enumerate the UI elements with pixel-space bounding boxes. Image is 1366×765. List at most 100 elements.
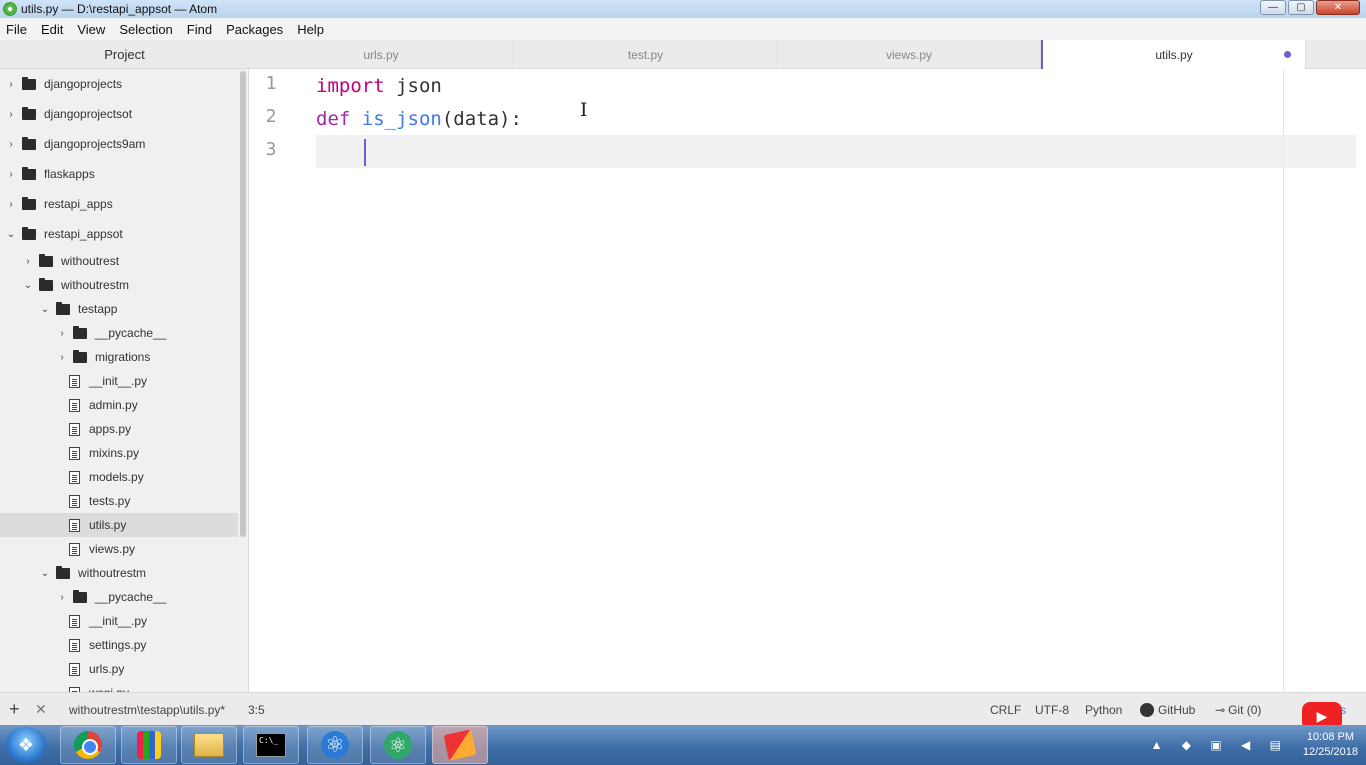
tree-folder[interactable]: › restapi_apps	[0, 192, 238, 216]
git-button[interactable]: ⊸ Git (0)	[1215, 693, 1261, 726]
folder-icon	[56, 565, 70, 579]
folder-icon	[39, 253, 53, 267]
taskbar-explorer[interactable]	[181, 726, 237, 764]
tree-file[interactable]: utils.py	[0, 513, 238, 537]
start-button[interactable]: ❖	[6, 727, 46, 763]
tree-folder[interactable]: › djangoprojects	[0, 72, 238, 96]
tree-folder[interactable]: ⌄ withoutrestm	[0, 273, 238, 297]
clock[interactable]: 10:08 PM 12/25/2018	[1303, 730, 1358, 760]
tree-item-label: withoutrestm	[61, 278, 130, 292]
tree-file[interactable]: models.py	[0, 465, 238, 489]
command-prompt-icon: C:\_	[256, 733, 286, 757]
tree-folder[interactable]: › __pycache__	[0, 321, 238, 345]
close-button[interactable]: ✕	[1316, 0, 1360, 15]
tree-file[interactable]: wsgi.py	[0, 681, 238, 692]
tree-folder[interactable]: › __pycache__	[0, 585, 238, 609]
taskbar-paint[interactable]	[121, 726, 177, 764]
sidebar-scrollbar[interactable]	[240, 71, 246, 537]
tab-test[interactable]: test.py	[514, 40, 778, 69]
tree-folder[interactable]: ⌄ testapp	[0, 297, 238, 321]
windows-logo-icon: ❖	[17, 734, 35, 755]
file-encoding[interactable]: UTF-8	[1035, 693, 1069, 726]
line-ending[interactable]: CRLF	[990, 693, 1021, 726]
maximize-button[interactable]: ▢	[1288, 0, 1314, 15]
tree-folder[interactable]: ⌄ withoutrestm	[0, 561, 238, 585]
line-number: 3	[265, 139, 277, 160]
git-commit-icon: ⊸	[1215, 702, 1226, 717]
menu-help[interactable]: Help	[297, 22, 324, 37]
tree-file[interactable]: __init__.py	[0, 609, 238, 633]
file-text-icon	[69, 542, 80, 556]
github-button[interactable]: GitHub	[1140, 693, 1195, 726]
close-pane-button[interactable]: ✕	[35, 693, 47, 726]
clock-date: 12/25/2018	[1302, 746, 1358, 758]
folder-icon	[39, 277, 53, 291]
grammar-selector[interactable]: Python	[1085, 693, 1122, 726]
tree-file[interactable]: apps.py	[0, 417, 238, 441]
tree-folder[interactable]: › withoutrest	[0, 249, 238, 273]
chevron-right-icon[interactable]: ›	[6, 169, 16, 180]
keyword-import: import	[316, 74, 385, 97]
tree-item-label: djangoprojects	[44, 77, 123, 91]
menu-view[interactable]: View	[77, 22, 105, 37]
tree-file[interactable]: views.py	[0, 537, 238, 561]
menu-find[interactable]: Find	[187, 22, 212, 37]
tab-bar: Project urls.py test.py views.py utils.p…	[0, 40, 1366, 70]
file-text-icon	[69, 398, 80, 412]
minimize-button[interactable]: —	[1260, 0, 1286, 15]
menu-file[interactable]: File	[6, 22, 27, 37]
folder-icon	[56, 301, 70, 315]
tree-file[interactable]: __init__.py	[0, 369, 238, 393]
chevron-right-icon[interactable]: ›	[57, 592, 67, 603]
menu-packages[interactable]: Packages	[226, 22, 283, 37]
menu-edit[interactable]: Edit	[41, 22, 63, 37]
taskbar-chrome[interactable]	[60, 726, 116, 764]
chevron-right-icon[interactable]: ›	[57, 352, 67, 363]
tree-file[interactable]: admin.py	[0, 393, 238, 417]
taskbar-atom[interactable]: ⚛	[370, 726, 426, 764]
tree-folder[interactable]: ⌄ restapi_appsot	[0, 222, 238, 246]
cursor-position[interactable]: 3:5	[248, 693, 265, 726]
taskbar-cmd[interactable]: C:\_	[243, 726, 299, 764]
chevron-right-icon[interactable]: ›	[6, 199, 16, 210]
tree-file[interactable]: tests.py	[0, 489, 238, 513]
chevron-right-icon[interactable]: ›	[57, 328, 67, 339]
tab-label: utils.py	[1155, 48, 1193, 62]
tree-item-label: urls.py	[89, 662, 125, 676]
chevron-down-icon[interactable]: ⌄	[6, 229, 16, 240]
code-editor[interactable]: 1 2 3 import json def is_json (data): I	[249, 69, 1366, 692]
chevron-right-icon[interactable]: ›	[6, 79, 16, 90]
current-line-highlight	[316, 135, 1356, 168]
line-number: 2	[265, 106, 277, 127]
tree-file[interactable]: urls.py	[0, 657, 238, 681]
tab-views[interactable]: views.py	[778, 40, 1041, 69]
taskbar-react[interactable]: ⚛	[307, 726, 363, 764]
tray-icons[interactable]: ▲ ◆ ▣ ◀ ▤	[1151, 738, 1289, 752]
chevron-right-icon[interactable]: ›	[6, 139, 16, 150]
tree-folder[interactable]: › migrations	[0, 345, 238, 369]
tree-folder[interactable]: › djangoprojects9am	[0, 132, 238, 156]
menu-selection[interactable]: Selection	[119, 22, 172, 37]
chevron-right-icon[interactable]: ›	[6, 109, 16, 120]
chevron-right-icon[interactable]: ›	[23, 256, 33, 267]
taskbar-snipping-tool[interactable]	[432, 726, 488, 764]
tree-item-label: utils.py	[89, 518, 127, 532]
tree-item-label: migrations	[95, 350, 151, 364]
chevron-down-icon[interactable]: ⌄	[40, 304, 50, 315]
chevron-down-icon[interactable]: ⌄	[40, 568, 50, 579]
tree-folder[interactable]: › flaskapps	[0, 162, 238, 186]
line-number: 1	[265, 73, 277, 94]
tree-item-label: flaskapps	[44, 167, 95, 181]
tree-file[interactable]: mixins.py	[0, 441, 238, 465]
tree-folder[interactable]: › djangoprojectsot	[0, 102, 238, 126]
tab-utils[interactable]: utils.py	[1041, 40, 1306, 70]
file-path[interactable]: withoutrestm\testapp\utils.py*	[69, 693, 225, 726]
chevron-down-icon[interactable]: ⌄	[23, 280, 33, 291]
add-pane-button[interactable]: +	[9, 693, 20, 726]
paint-icon	[137, 731, 161, 759]
tree-file[interactable]: settings.py	[0, 633, 238, 657]
tab-urls[interactable]: urls.py	[249, 40, 514, 69]
clock-time: 10:08 PM	[1306, 731, 1355, 743]
git-label: Git (0)	[1228, 702, 1262, 717]
